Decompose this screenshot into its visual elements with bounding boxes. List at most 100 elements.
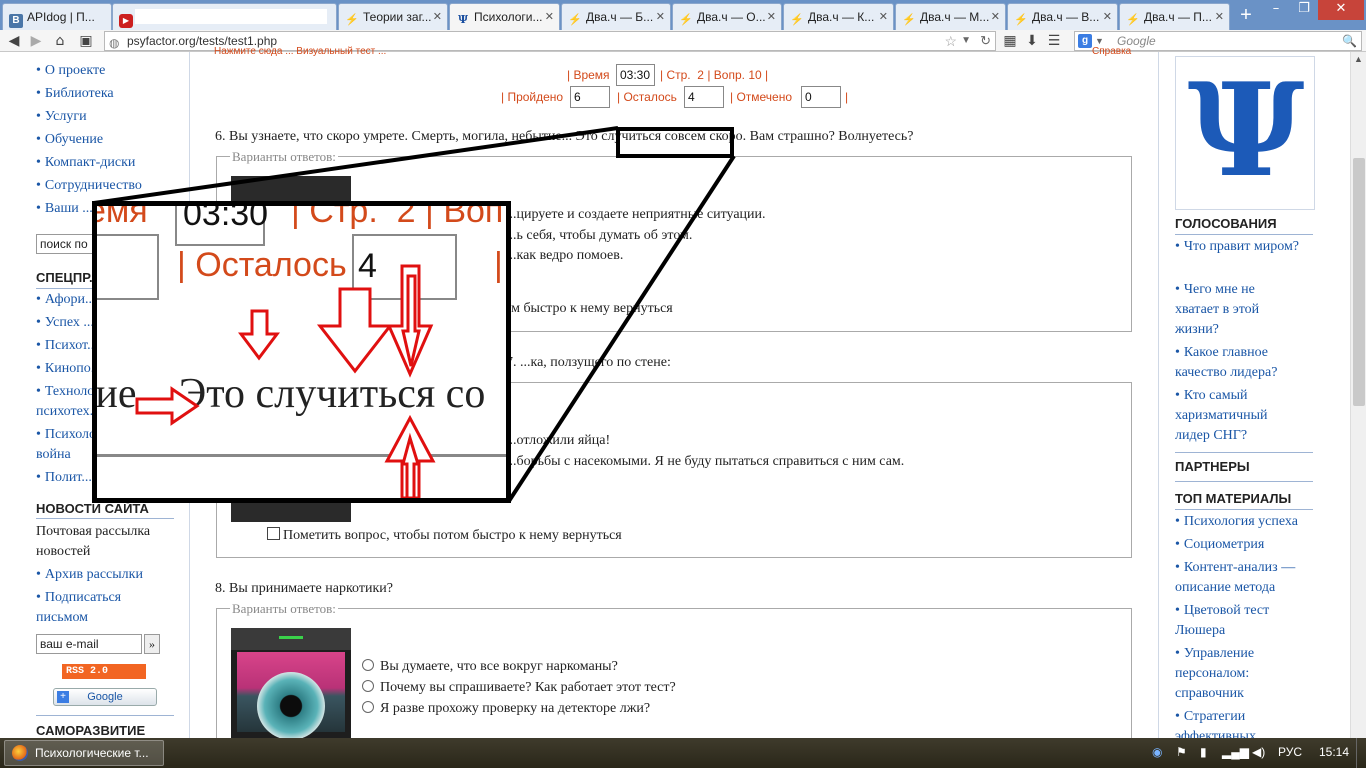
site-search-placeholder: поиск по xyxy=(40,237,88,251)
star-icon[interactable]: ☆ xyxy=(944,32,957,50)
answer-option[interactable]: Я разве прохожу проверку на детекторе лж… xyxy=(362,701,650,717)
top-material-link[interactable]: • Цветовой тест Люшера xyxy=(1175,601,1305,641)
vote-link[interactable]: • Какое главное качество лидера? xyxy=(1175,343,1315,383)
top-material-link[interactable]: • Управление персоналом: справочник xyxy=(1175,644,1305,704)
tab-active[interactable]: Ψ Психологи... ✕ xyxy=(449,3,560,30)
specpr-label: Успех ... xyxy=(44,315,94,330)
network-icon[interactable]: ▂▄▆ xyxy=(1222,745,1249,759)
nav-library[interactable]: • Библиотека xyxy=(36,84,114,104)
scrollbar[interactable]: ▲ xyxy=(1350,52,1366,738)
close-icon[interactable]: ✕ xyxy=(656,10,665,23)
tab[interactable]: B APIdog | П... xyxy=(2,3,112,30)
email-field[interactable]: ваш e-mail xyxy=(36,634,142,654)
specpr-item[interactable]: • Полит... xyxy=(36,468,92,488)
checkbox-icon[interactable] xyxy=(267,527,280,540)
show-desktop-button[interactable] xyxy=(1356,738,1366,768)
specpr-item-cont[interactable]: война xyxy=(36,445,71,465)
flag-icon[interactable]: ⚑ xyxy=(1176,745,1187,759)
nav-about[interactable]: • О проекте xyxy=(36,61,105,81)
answer-option[interactable]: Вы думаете, что все вокруг наркоманы? xyxy=(362,659,618,675)
search-icon[interactable]: 🔍 xyxy=(1342,32,1357,50)
window-close-icon[interactable]: ✕ xyxy=(1318,0,1364,20)
tab[interactable]: ⚡ Два.ч — М... ✕ xyxy=(895,3,1006,30)
taskbar-firefox-button[interactable]: Психологические т... xyxy=(4,740,164,766)
specpr-item-cont[interactable]: психотех... xyxy=(36,402,100,422)
close-icon[interactable]: ✕ xyxy=(879,10,888,23)
language-indicator[interactable]: РУС xyxy=(1278,745,1302,759)
close-icon[interactable]: ✕ xyxy=(545,10,554,23)
dvach-icon: ⚡ xyxy=(568,14,582,26)
reload-icon[interactable]: ↻ xyxy=(980,32,991,50)
top-material-link[interactable]: • Социометрия xyxy=(1175,535,1264,555)
tab[interactable]: ⚡ Два.ч — К... ✕ xyxy=(783,3,894,30)
close-icon[interactable]: ✕ xyxy=(433,10,442,23)
volume-icon[interactable]: ◀) xyxy=(1252,745,1265,759)
subscribe-link[interactable]: • Подписаться письмом xyxy=(36,588,166,628)
tab[interactable]: ⚡ Теории заг... ✕ xyxy=(338,3,448,30)
page-value: 2 xyxy=(697,68,704,82)
nav-education[interactable]: • Обучение xyxy=(36,130,103,150)
radio-icon[interactable] xyxy=(362,701,374,713)
nav-label: Обучение xyxy=(44,132,104,147)
tab[interactable]: ⚡ Два.ч — В... ✕ xyxy=(1007,3,1118,30)
forward-icon[interactable]: ▶ xyxy=(26,32,46,50)
minimize-icon[interactable]: – xyxy=(1262,0,1290,20)
nav-yours[interactable]: • Ваши ... xyxy=(36,199,93,219)
ie-tray-icon[interactable]: ◉ xyxy=(1152,745,1162,759)
answer-option[interactable]: Почему вы спрашиваете? Как работает этот… xyxy=(362,680,676,696)
vote-link[interactable]: • Кто самый харизматичный лидер СНГ? xyxy=(1175,386,1305,446)
vote-link[interactable]: • Чего мне не хватает в этой жизни? xyxy=(1175,280,1285,340)
bookmarks-icon[interactable]: ▣ xyxy=(76,32,96,50)
scroll-up-icon[interactable]: ▲ xyxy=(1354,54,1363,64)
nav-cds[interactable]: • Компакт-диски xyxy=(36,153,135,173)
top-material-link[interactable]: • Психология успеха xyxy=(1175,512,1298,532)
close-icon[interactable]: ✕ xyxy=(767,10,776,23)
divider xyxy=(36,715,174,716)
eye-iris xyxy=(257,672,325,738)
rss-badge[interactable]: RSS 2.0 xyxy=(62,664,146,679)
download-icon[interactable]: ⬇ xyxy=(1022,32,1042,50)
site-logo[interactable]: Ψ xyxy=(1175,56,1315,210)
answer-option[interactable]: ...ь себя, чтобы думать об этом. xyxy=(506,228,692,244)
tab[interactable]: ⚡ Два.ч — П... ✕ xyxy=(1119,3,1230,30)
mark-question-checkbox[interactable]: Пометить вопрос, чтобы потом быстро к не… xyxy=(267,527,622,544)
tab[interactable]: ⚡ Два.ч — О... ✕ xyxy=(672,3,782,30)
newsletter-archive-link[interactable]: • Архив рассылки xyxy=(36,565,143,585)
vote-link[interactable]: • Что правит миром? xyxy=(1175,237,1305,257)
link-label: Подписаться письмом xyxy=(36,590,122,625)
radio-icon[interactable] xyxy=(362,680,374,692)
close-icon[interactable]: ✕ xyxy=(1215,10,1224,23)
answer-option[interactable]: ...цируете и создаете неприятные ситуаци… xyxy=(506,207,766,223)
specpr-item[interactable]: • Успех ... xyxy=(36,313,94,333)
specpr-item[interactable]: • Психот... xyxy=(36,336,98,356)
downloads-panel-icon[interactable]: ▦ xyxy=(1000,32,1020,50)
email-submit-button[interactable]: » xyxy=(144,634,160,654)
clock[interactable]: 15:14 xyxy=(1319,745,1349,759)
arrow-right-icon xyxy=(135,386,200,426)
tab[interactable]: ⚡ Два.ч — Б... ✕ xyxy=(561,3,671,30)
back-icon[interactable]: ◀ xyxy=(4,32,24,50)
nav-cooperation[interactable]: • Сотрудничество xyxy=(36,176,142,196)
restore-icon[interactable]: ❐ xyxy=(1290,0,1318,20)
answer-option[interactable]: ...отложили яйца! xyxy=(506,433,610,449)
radio-icon[interactable] xyxy=(362,659,374,671)
add-to-google-button[interactable]: + Google xyxy=(53,688,157,706)
close-icon[interactable]: ✕ xyxy=(991,10,1000,23)
new-tab-button[interactable]: + xyxy=(1234,5,1258,27)
chevron-down-icon[interactable]: ▼ xyxy=(961,32,971,50)
mark-question-checkbox-cut[interactable]: Пометить вопрос, чтобы потом быстро к не… xyxy=(506,301,845,317)
menu-icon[interactable]: ☰ xyxy=(1044,32,1064,50)
right-sidebar: Ψ ГОЛОСОВАНИЯ • Что правит миром? • Чего м… xyxy=(1158,52,1350,744)
help-link[interactable]: Справка xyxy=(1092,46,1131,57)
scroll-thumb[interactable] xyxy=(1353,158,1365,406)
close-icon[interactable]: ✕ xyxy=(1103,10,1112,23)
home-icon[interactable]: ⌂ xyxy=(50,32,70,50)
tab[interactable]: ▶ xyxy=(112,3,337,30)
top-material-link[interactable]: • Контент-анализ — описание метода xyxy=(1175,558,1317,598)
answer-option[interactable]: ...как ведро помоев. xyxy=(506,248,623,264)
specpr-item[interactable]: • Афори... xyxy=(36,290,96,310)
nav-services[interactable]: • Услуги xyxy=(36,107,87,127)
answer-option[interactable]: ...борьбы с насекомыми. Я не буду пытать… xyxy=(506,454,904,470)
battery-icon[interactable]: ▮ xyxy=(1200,745,1207,759)
option-label: Вы думаете, что все вокруг наркоманы? xyxy=(380,659,618,674)
